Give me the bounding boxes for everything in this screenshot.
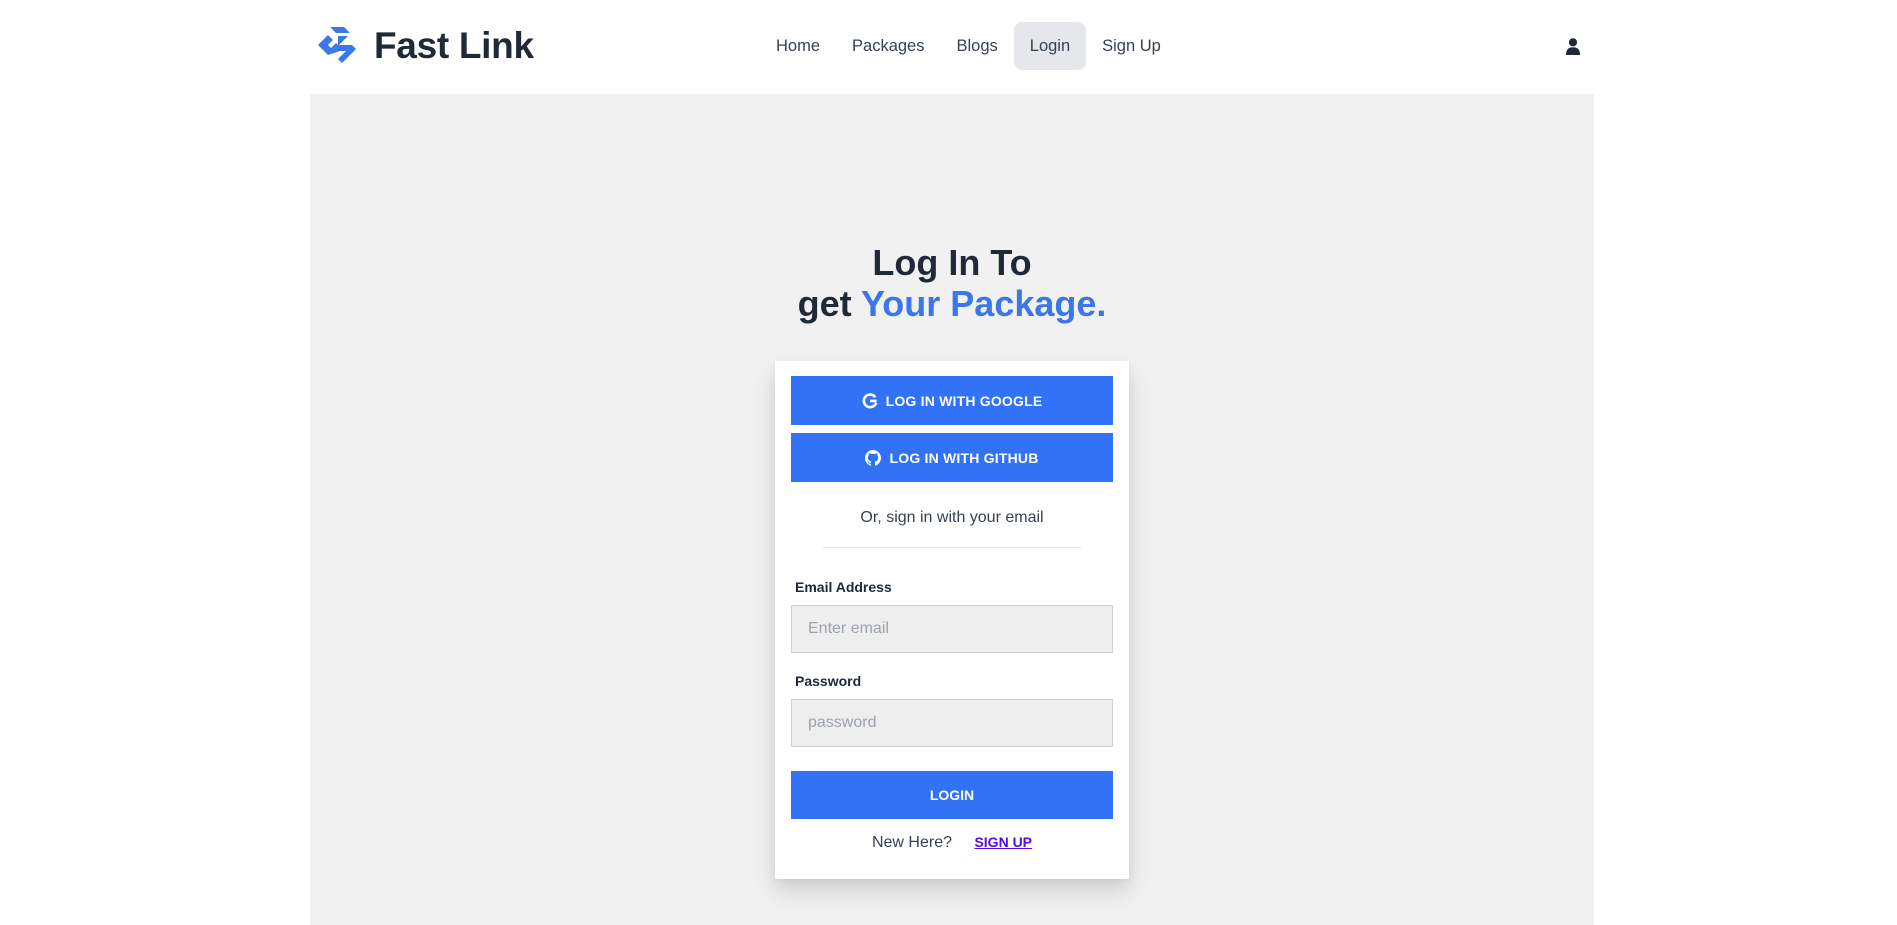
login-submit-button[interactable]: LOGIN [791, 771, 1113, 819]
new-here-text: New Here? [871, 834, 952, 851]
heading-line-1: Log In To [872, 242, 1032, 283]
fast-link-logo-icon [318, 27, 356, 63]
google-login-button[interactable]: LOG IN WITH GOOGLE [791, 376, 1113, 425]
github-icon [865, 449, 882, 466]
email-input[interactable] [791, 605, 1113, 653]
github-login-label: LOG IN WITH GITHUB [889, 449, 1039, 466]
brand-logo-link[interactable]: Fast Link [316, 24, 534, 68]
nav-link-home[interactable]: Home [760, 22, 836, 70]
login-card: LOG IN WITH GOOGLE LOG IN WITH GITHUB Or… [775, 361, 1129, 879]
password-input[interactable] [791, 699, 1113, 747]
nav-link-login[interactable]: Login [1013, 22, 1087, 70]
heading-line-2-accent: Your Package. [860, 283, 1107, 324]
heading-line-2-prefix: get [797, 283, 852, 324]
user-icon [1566, 37, 1580, 55]
navbar: Fast Link Home Packages Blogs Login Sign… [310, 0, 1594, 94]
nav-link-sign-up[interactable]: Sign Up [1086, 22, 1177, 70]
login-section: Log In To get Your Package. LOG IN WITH … [310, 94, 1594, 925]
email-signin-hint: Or, sign in with your email [860, 509, 1044, 526]
nav-menu: Home Packages Blogs Login Sign Up [760, 22, 1177, 70]
divider [823, 547, 1081, 548]
nav-link-blogs[interactable]: Blogs [940, 22, 1013, 70]
github-login-button[interactable]: LOG IN WITH GITHUB [791, 433, 1113, 482]
user-menu-button[interactable] [1560, 32, 1586, 60]
google-login-label: LOG IN WITH GOOGLE [885, 392, 1043, 409]
google-icon [862, 392, 878, 408]
email-label: Email Address [795, 579, 892, 595]
brand-name: Fast Link [374, 25, 534, 66]
signup-prompt: New Here? SIGN UP [791, 834, 1113, 852]
nav-link-packages[interactable]: Packages [836, 22, 940, 70]
password-label: Password [795, 673, 862, 689]
signup-link[interactable]: SIGN UP [974, 834, 1032, 850]
page-heading: Log In To get Your Package. [310, 242, 1594, 324]
